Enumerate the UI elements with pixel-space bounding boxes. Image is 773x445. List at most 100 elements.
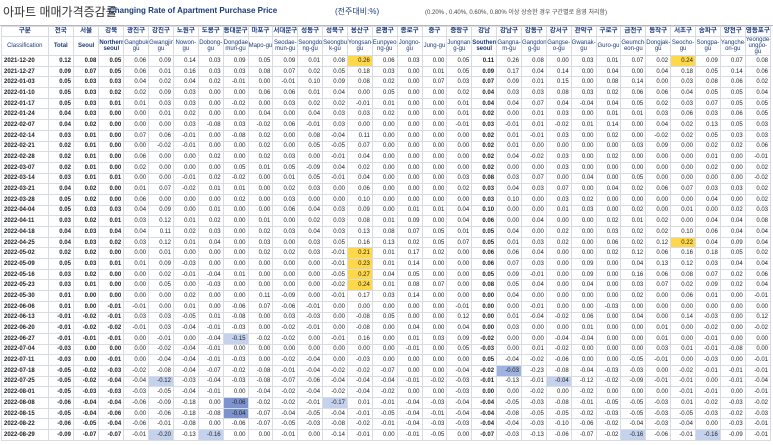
table-cell: 0.00	[247, 322, 274, 334]
table-cell: 0.03	[570, 55, 597, 67]
table-cell: 0.02	[670, 279, 696, 292]
table-cell: 0.00	[620, 119, 647, 131]
table-cell: 0.03	[620, 140, 647, 153]
table-cell: -0.05	[620, 407, 647, 420]
table-cell: 0.00	[645, 161, 672, 174]
col-header-ko: 강남구	[496, 26, 522, 37]
table-cell: 0.00	[72, 343, 100, 356]
table-cell: 0.00	[545, 322, 572, 334]
table-cell: 0.00	[421, 108, 448, 121]
table-cell: -0.03	[446, 386, 473, 398]
table-cell: -0.01	[744, 151, 772, 163]
table-cell: 0.01	[197, 311, 224, 324]
row-date: 2022-07-18	[1, 364, 49, 377]
table-cell: -0.01	[123, 322, 150, 334]
table-cell: 0.00	[645, 172, 672, 185]
table-cell: 0.00	[694, 204, 721, 217]
table-cell: -0.02	[72, 322, 100, 334]
table-cell: -0.08	[197, 119, 224, 131]
table-cell: -0.01	[322, 172, 348, 185]
table-cell: -0.04	[520, 311, 547, 324]
table-cell: -0.02	[346, 418, 373, 431]
table-cell: 0.00	[645, 193, 672, 206]
table-cell: 0.06	[272, 87, 299, 99]
table-cell: 0.03	[371, 65, 398, 78]
row-date: 2022-03-21	[1, 183, 49, 195]
table-cell: 0.00	[247, 204, 274, 217]
table-cell: -0.05	[47, 364, 74, 377]
table-cell: -0.08	[719, 343, 746, 356]
table-cell: 0.00	[620, 332, 647, 345]
col-header-ko: 광진구	[123, 26, 150, 37]
table-cell: 0.05	[744, 108, 772, 121]
table-cell: 0.00	[421, 311, 448, 324]
table-cell: -0.01	[421, 407, 448, 420]
table-cell: 0.09	[694, 55, 721, 67]
table-cell: -0.01	[346, 97, 373, 110]
table-cell: -0.01	[47, 332, 74, 345]
table-cell: 0.16	[620, 268, 647, 281]
table-cell: -0.05	[47, 375, 74, 388]
table-cell: 0.00	[197, 140, 224, 153]
col-header-ko: 서울	[72, 26, 100, 37]
table-cell: 0.00	[670, 172, 696, 185]
table-cell: 0.13	[346, 226, 373, 238]
table-cell: 0.01	[98, 215, 125, 227]
table-cell: 0.08	[744, 55, 772, 67]
table-cell: 0.05	[47, 193, 74, 206]
table-row: 2022-02-07 0.04 0.02 0.00 0.00 0.00 0.03 -0.08 0…	[1, 119, 772, 131]
table-cell: -0.03	[496, 364, 522, 377]
table-cell: 0.00	[396, 300, 423, 313]
table-cell: 0.00	[123, 407, 150, 420]
table-cell: 0.00	[222, 258, 249, 270]
table-cell: 0.00	[620, 129, 647, 142]
table-cell: 0.02	[446, 183, 473, 195]
table-cell: 0.03	[545, 193, 572, 206]
table-cell: 0.01	[645, 332, 672, 345]
table-cell: -0.02	[545, 343, 572, 356]
table-cell: -0.02	[570, 407, 597, 420]
col-header-ko: 관악구	[570, 26, 597, 37]
table-cell: 0.00	[371, 161, 398, 174]
table-cell: 0.08	[72, 55, 100, 67]
table-cell: 0.03	[645, 343, 672, 356]
table-cell: -0.03	[595, 364, 622, 377]
table-cell: 0.05	[620, 97, 647, 110]
row-date: 2021-12-20	[1, 55, 49, 67]
table-cell: 0.02	[148, 76, 174, 89]
col-header-ko: 강서구	[545, 26, 572, 37]
table-cell: 0.02	[620, 226, 647, 238]
row-date: 2022-08-01	[1, 386, 49, 398]
table-cell: 0.00	[197, 258, 224, 270]
table-cell: 0.18	[670, 65, 696, 78]
col-header-ko: 구로구	[595, 26, 622, 37]
table-cell: 0.05	[471, 226, 498, 238]
table-cell: 0.01	[148, 108, 174, 121]
row-date: 2022-08-29	[1, 429, 49, 441]
col-header-en: Jungnan-g-gu	[446, 36, 473, 56]
table-cell: 0.05	[297, 172, 324, 185]
table-cell: 0.00	[645, 300, 672, 313]
table-cell: 0.03	[272, 97, 299, 110]
table-cell: 0.05	[148, 279, 174, 292]
table-cell: 0.26	[346, 55, 373, 67]
table-cell: 0.00	[694, 418, 721, 431]
table-cell: 0.08	[471, 172, 498, 185]
table-cell: 0.00	[272, 268, 299, 281]
table-cell: -0.04	[570, 332, 597, 345]
table-cell: 0.03	[645, 108, 672, 121]
table-cell: -0.03	[346, 354, 373, 366]
table-row: 2022-04-25 0.04 0.03 0.02 0.03 0.12 0.01 0.04 0.…	[1, 236, 772, 249]
table-cell: 0.02	[297, 97, 324, 110]
table-cell: -0.12	[148, 375, 174, 388]
table-cell: 0.02	[371, 76, 398, 89]
table-cell: 0.02	[719, 268, 746, 281]
table-cell: 0.13	[645, 258, 672, 270]
table-cell: 0.02	[595, 247, 622, 260]
table-cell: 0.00	[719, 322, 746, 334]
table-cell: -0.08	[172, 418, 199, 431]
table-cell: 0.00	[520, 140, 547, 153]
table-row: 2022-07-11 -0.03 0.00 -0.01 0.00 -0.04 -0.04 -0…	[1, 354, 772, 366]
table-cell: -0.04	[98, 375, 125, 388]
table-cell: 0.00	[148, 119, 174, 131]
